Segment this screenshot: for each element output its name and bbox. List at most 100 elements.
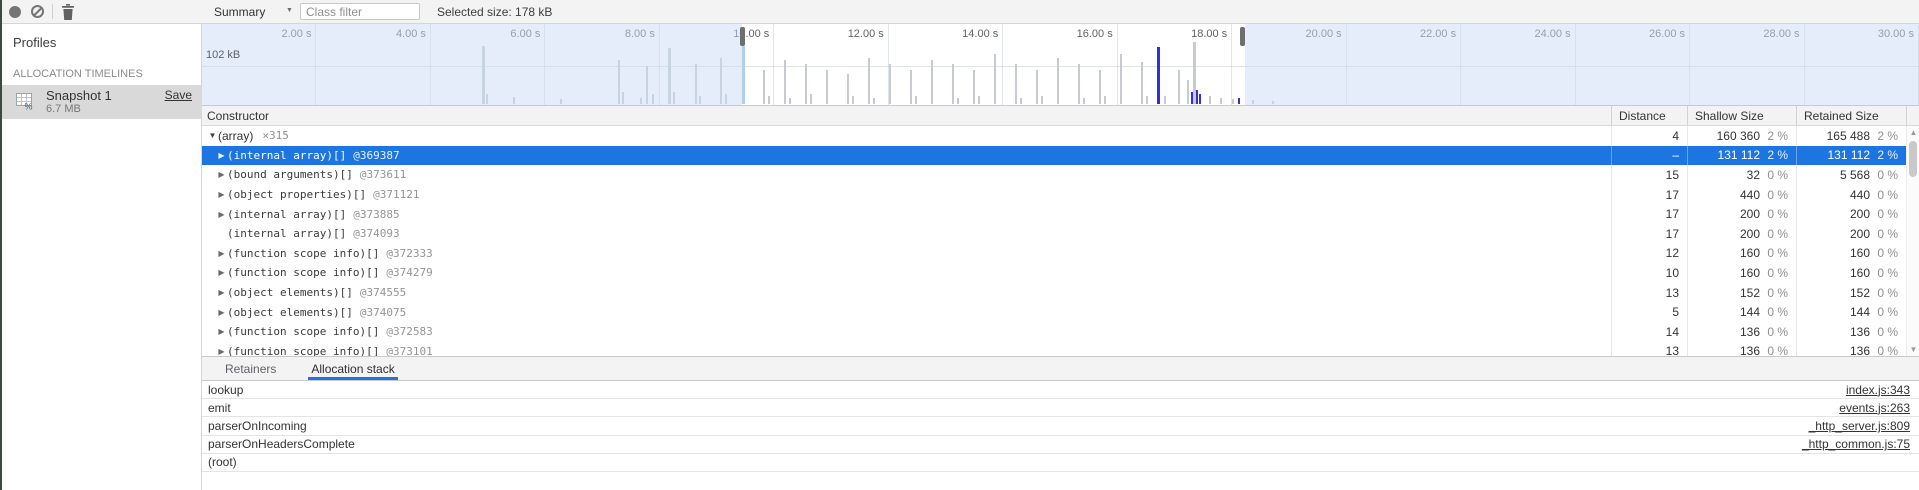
column-divider[interactable] [1687, 106, 1688, 126]
column-header-constructor[interactable]: Constructor [207, 109, 269, 123]
column-header-shallow-size[interactable]: Shallow Size [1695, 109, 1764, 123]
heap-object-row[interactable]: ▶(function scope info)[]@373101131360 %1… [202, 342, 1906, 356]
expand-arrow-icon[interactable]: ▶ [216, 288, 227, 297]
expand-arrow-icon[interactable]: ▶ [216, 268, 227, 277]
retained-size-percent: 0 % [1870, 246, 1906, 260]
retained-size-value: 136 [1797, 325, 1870, 339]
column-divider [1906, 106, 1907, 126]
allocation-bar [1220, 98, 1222, 104]
object-id: @372333 [386, 247, 432, 260]
timeline-tick-label: 12.00 s [848, 28, 884, 40]
stack-frame-function: emit [208, 401, 231, 415]
shallow-size-percent: 0 % [1760, 188, 1796, 202]
grid-scrollbar[interactable]: ▲ ▼ [1906, 126, 1919, 356]
constructor-cell: ▶(function scope info)[]@372583 [202, 322, 1611, 342]
scrollbar-thumb[interactable] [1909, 141, 1917, 177]
column-divider[interactable] [1796, 106, 1797, 126]
allocation-bar [1164, 96, 1166, 104]
scrollbar-up-icon[interactable]: ▲ [1907, 128, 1919, 137]
distance-cell: 15 [1611, 165, 1687, 185]
stack-frame-source-link[interactable]: _http_server.js:809 [1809, 419, 1910, 433]
chevron-down-icon[interactable]: ▼ [286, 7, 293, 14]
expand-arrow-icon[interactable]: ▶ [216, 190, 227, 199]
allocation-bar [957, 98, 959, 104]
stack-frame-source-link[interactable]: _http_common.js:75 [1802, 437, 1910, 451]
tab-retainers[interactable]: Retainers [225, 357, 276, 380]
heap-object-row[interactable]: ▶(function scope info)[]@372333121600 %1… [202, 244, 1906, 264]
expand-arrow-icon[interactable]: ▶ [216, 210, 227, 219]
heap-class-row[interactable]: ▼(array)×3154160 3602 %165 4882 % [202, 126, 1906, 146]
svg-text:%: % [25, 102, 33, 111]
expand-arrow-icon[interactable]: ▶ [216, 249, 227, 258]
constructor-name: (object elements)[] [227, 286, 353, 299]
clear-profiles-icon[interactable] [31, 5, 44, 18]
allocation-bar [789, 98, 791, 104]
expand-arrow-icon[interactable]: ▶ [216, 308, 227, 317]
shallow-size-percent: 0 % [1760, 286, 1796, 300]
stack-frame-source-link[interactable]: index.js:343 [1846, 383, 1910, 397]
retained-size-cell: 1360 % [1796, 322, 1906, 342]
column-divider[interactable] [1611, 106, 1612, 126]
save-link[interactable]: Save [165, 88, 192, 102]
object-id: @374279 [386, 266, 432, 279]
allocation-bar-live [1157, 47, 1160, 104]
allocation-timeline-overview[interactable]: 102 kB 2.00 s4.00 s6.00 s8.00 s10.00 s12… [202, 24, 1919, 106]
heap-object-row[interactable]: ▶(object elements)[]@374555131520 %1520 … [202, 283, 1906, 303]
allocation-bar [768, 96, 770, 104]
stack-frame-source-link[interactable]: events.js:263 [1839, 401, 1910, 415]
sidebar-item-snapshot-1[interactable]: % Snapshot 1 Save 6.7 MB [0, 85, 202, 119]
retained-size-value: 160 [1797, 246, 1870, 260]
expand-arrow-icon[interactable]: ▶ [216, 151, 227, 160]
record-heap-icon[interactable] [9, 6, 21, 18]
retained-size-percent: 0 % [1870, 207, 1906, 221]
constructor-name: (array) [218, 129, 253, 143]
shallow-size-cell: 2000 % [1687, 204, 1796, 224]
allocation-bar [910, 70, 912, 104]
shallow-size-cell: 1600 % [1687, 244, 1796, 264]
allocation-bar [952, 64, 954, 104]
expand-arrow-icon[interactable]: ▶ [216, 327, 227, 336]
allocation-bar [1036, 70, 1038, 104]
delete-profile-icon[interactable] [61, 4, 75, 20]
shallow-size-value: 136 [1688, 325, 1760, 339]
stack-frame-row[interactable]: parserOnIncoming_http_server.js:809 [202, 417, 1919, 435]
heap-object-row[interactable]: ▶(function scope info)[]@374279101600 %1… [202, 263, 1906, 283]
scrollbar-down-icon[interactable]: ▼ [1907, 345, 1919, 354]
heap-object-row[interactable]: ▶(function scope info)[]@372583141360 %1… [202, 322, 1906, 342]
collapse-arrow-icon[interactable]: ▼ [207, 131, 218, 140]
perspective-select[interactable]: Summary [214, 5, 265, 19]
timeline-tick-label: 18.00 s [1191, 28, 1227, 40]
shallow-size-value: 144 [1688, 305, 1760, 319]
expand-arrow-icon[interactable]: ▶ [216, 347, 227, 356]
heap-object-row[interactable]: ▶(object elements)[]@37407551440 %1440 % [202, 302, 1906, 322]
timeline-ruler-segment: 18.00 s [1118, 24, 1232, 105]
object-id: @373885 [353, 208, 399, 221]
heap-object-row[interactable]: ▶(object properties)[]@371121174400 %440… [202, 185, 1906, 205]
stack-frame-row[interactable]: lookupindex.js:343 [202, 381, 1919, 399]
constructor-name: (object elements)[] [227, 306, 353, 319]
column-header-distance[interactable]: Distance [1619, 109, 1666, 123]
tab-allocation-stack[interactable]: Allocation stack [311, 357, 394, 380]
allocation-bar [873, 98, 875, 104]
shallow-size-cell: 2000 % [1687, 224, 1796, 244]
selection-handle-right[interactable] [1240, 27, 1245, 46]
stack-frame-row[interactable]: emit events.js:263 [202, 399, 1919, 417]
shallow-size-value: 160 [1688, 246, 1760, 260]
object-id: @373101 [386, 345, 432, 356]
class-filter-input[interactable] [300, 3, 420, 20]
profiles-sidebar: Profiles ALLOCATION TIMELINES % Snapshot… [0, 24, 202, 490]
constructor-cell: ▶(bound arguments)[]@373611 [202, 165, 1611, 185]
allocation-bar [810, 94, 812, 104]
stack-frame-row[interactable]: parserOnHeadersComplete_http_common.js:7… [202, 436, 1919, 454]
heap-object-row[interactable]: ▶(internal array)[]@369387–131 1122 %131… [202, 146, 1906, 166]
stack-frame-row[interactable]: (root) [202, 454, 1919, 472]
heap-object-row[interactable]: ▶(internal array)[]@373885172000 %2000 % [202, 204, 1906, 224]
selection-handle-left[interactable] [740, 27, 745, 46]
expand-arrow-icon[interactable]: ▶ [216, 170, 227, 179]
column-header-retained-size[interactable]: Retained Size [1804, 109, 1879, 123]
heap-object-row[interactable]: ▶(bound arguments)[]@37361115320 %5 5680… [202, 165, 1906, 185]
object-id: @373611 [360, 168, 406, 181]
constructor-name: (function scope info)[] [227, 345, 379, 356]
heap-object-row[interactable]: (internal array)[]@374093172000 %2000 % [202, 224, 1906, 244]
allocation-bar [1078, 64, 1080, 104]
